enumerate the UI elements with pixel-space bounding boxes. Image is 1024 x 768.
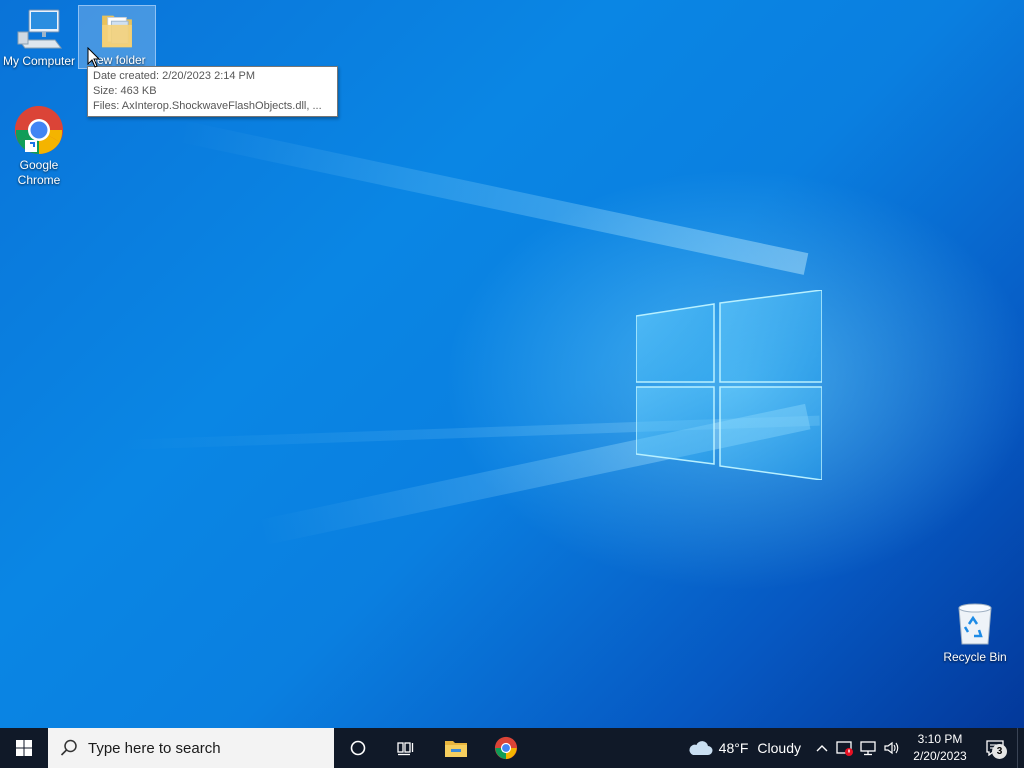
search-icon [60,739,77,756]
desktop-icon-my-computer[interactable]: My Computer [1,8,77,69]
weather-widget[interactable]: 48°F Cloudy [687,728,811,768]
desktop-icon-label: Google Chrome [17,158,61,187]
file-explorer-button[interactable] [430,728,482,768]
speaker-icon [884,741,899,755]
task-view-icon [397,742,414,756]
tooltip-size: Size: 463 KB [93,85,157,97]
security-warning-icon [836,741,853,756]
volume-tray-button[interactable] [879,728,903,768]
chrome-icon [494,736,518,760]
folder-info-tooltip: Date created: 2/20/2023 2:14 PM Size: 46… [87,66,338,117]
windows-start-icon [16,740,32,756]
clock[interactable]: 3:10 PM 2/20/2023 [907,728,973,768]
security-tray-button[interactable] [833,728,857,768]
notification-count-badge: 3 [992,744,1007,759]
clock-date: 2/20/2023 [913,749,967,763]
weather-temp: 48°F [718,740,749,756]
computer-icon [17,9,62,49]
network-tray-button[interactable] [857,728,879,768]
desktop-icon-google-chrome[interactable]: Google Chrome [1,104,77,188]
mouse-cursor-icon [87,47,101,68]
taskbar-search-box[interactable]: Type here to search [48,728,334,768]
cortana-button[interactable] [334,728,382,768]
wallpaper-light-ray [177,120,809,275]
chrome-taskbar-button[interactable] [482,728,530,768]
file-explorer-icon [445,741,467,757]
chevron-up-icon [816,745,828,752]
show-hidden-icons-button[interactable] [811,728,833,768]
action-center-button[interactable]: 3 [973,728,1017,768]
desktop-icon-label: My Computer [2,54,76,68]
cloud-icon [689,741,713,755]
desktop-icon-recycle-bin[interactable]: Recycle Bin [937,600,1013,665]
cortana-circle-icon [350,740,366,756]
folder-icon [102,15,132,48]
start-button[interactable] [0,728,48,768]
search-placeholder: Type here to search [88,739,221,757]
clock-time: 3:10 PM [917,732,963,746]
weather-condition: Cloudy [757,740,801,756]
desktop[interactable]: My Computer New folder Google Chrome Rec… [0,0,1024,728]
network-icon [860,741,876,756]
show-desktop-button[interactable] [1017,728,1024,768]
desktop-icon-label: Recycle Bin [943,650,1007,664]
taskbar: Type here to search 48°F Cloudy 3:10 PM … [0,728,1024,768]
task-view-button[interactable] [382,728,430,768]
windows-logo-wallpaper [636,290,822,480]
recycle-bin-icon [958,603,992,645]
tooltip-date-created: Date created: 2/20/2023 2:14 PM [93,70,256,82]
chrome-icon [14,105,63,154]
tooltip-files: Files: AxInterop.ShockwaveFlashObjects.d… [93,100,322,112]
